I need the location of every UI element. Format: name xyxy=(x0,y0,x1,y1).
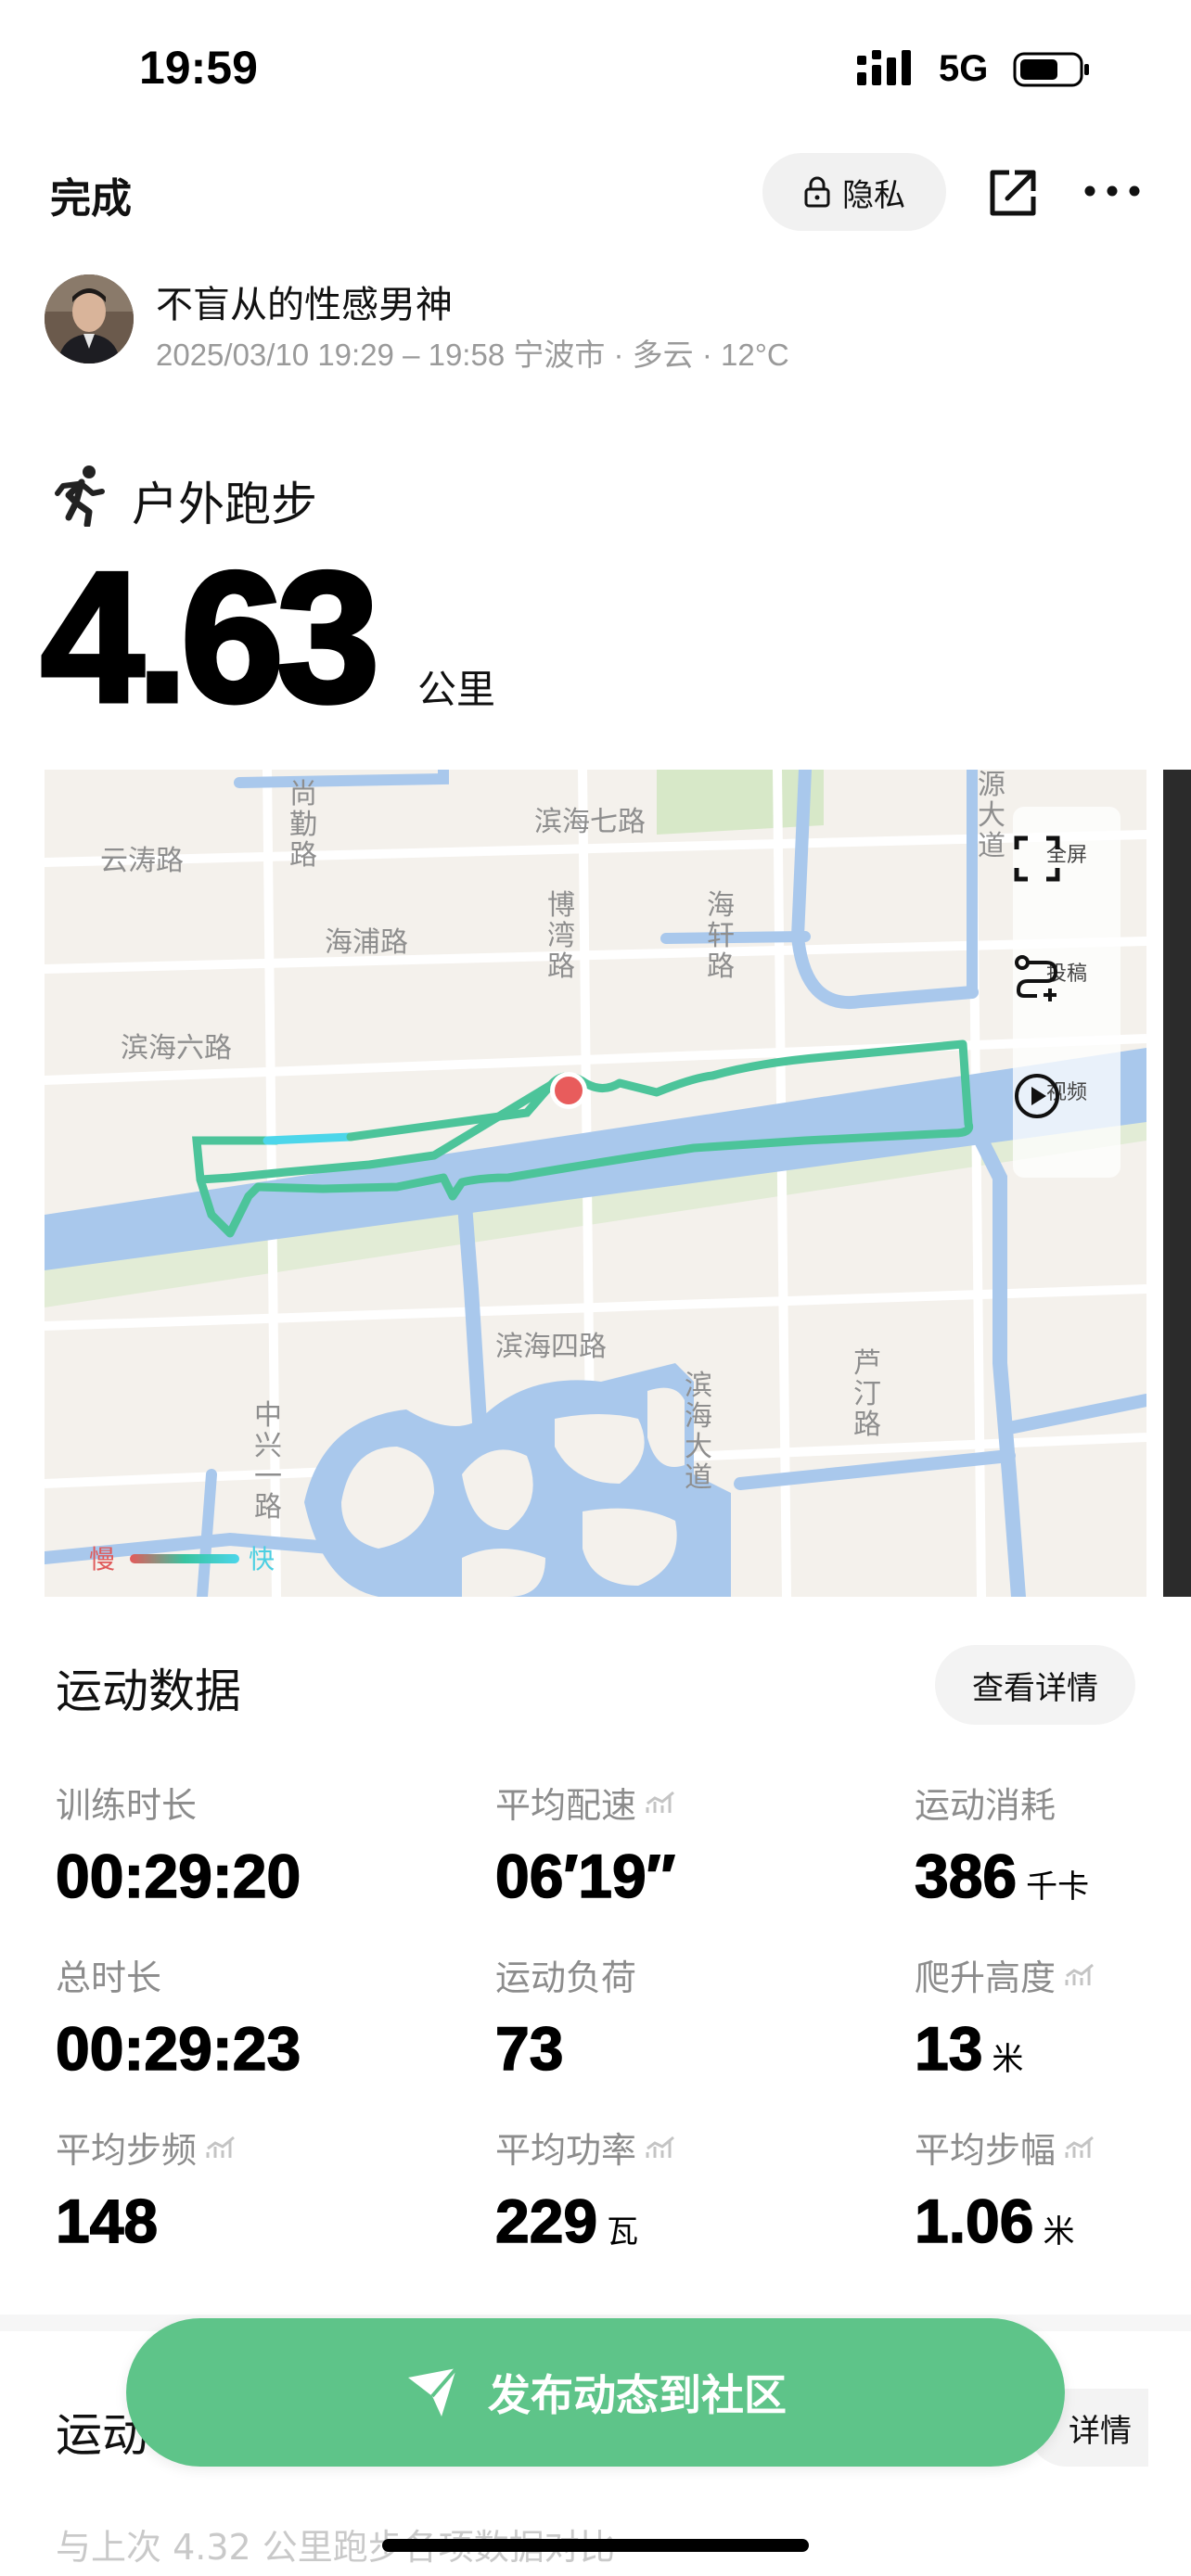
map-label: 滨海六路 xyxy=(121,1032,232,1065)
trend-chart-icon xyxy=(646,1791,674,1813)
stat-label: 平均步频 xyxy=(56,2130,198,2171)
map-label: 尚勤路 xyxy=(289,778,317,872)
stat-elevation-gain[interactable]: 爬升高度 13 米 xyxy=(914,1949,1098,2084)
legend-fast: 快 xyxy=(249,1544,275,1575)
stat-value: 00:29:20 xyxy=(55,1841,301,1911)
map-label: 滨海七路 xyxy=(534,806,646,838)
stat-label: 训练时长 xyxy=(56,1785,198,1826)
stat-unit: 米 xyxy=(992,2041,1024,2078)
signal-icon xyxy=(857,50,911,85)
stats-section-title: 运动数据 xyxy=(56,1664,241,1718)
route-submit-icon xyxy=(1015,955,1058,1001)
stat-label: 平均配速 xyxy=(495,1785,637,1826)
map-label: 滨海大道 xyxy=(685,1370,712,1494)
stat-unit: 千卡 xyxy=(1026,1868,1090,1906)
network-type: 5G xyxy=(939,48,989,89)
stat-label: 平均步幅 xyxy=(915,2130,1057,2171)
trend-chart-icon xyxy=(646,2136,674,2158)
done-button[interactable]: 完成 xyxy=(50,165,132,224)
stat-training-load: 运动负荷 73 xyxy=(494,1949,637,2084)
start-marker xyxy=(555,1077,583,1104)
privacy-label: 隐私 xyxy=(842,176,905,214)
legend-slow: 慢 xyxy=(89,1544,116,1575)
workout-type: 户外跑步 xyxy=(132,478,317,531)
map-canvas xyxy=(45,770,1146,1597)
map-label: 云涛路 xyxy=(100,845,184,877)
route-fast-segment xyxy=(263,1132,355,1145)
submit-button[interactable]: 投稿 xyxy=(1013,953,1121,1001)
stat-value: 13 xyxy=(914,2013,983,2084)
distance-unit: 公里 xyxy=(417,667,496,712)
stat-value: 00:29:23 xyxy=(55,2013,301,2084)
pace-legend-bar xyxy=(130,1554,239,1563)
stat-unit: 米 xyxy=(1043,2213,1075,2251)
distance-value: 4.63 xyxy=(38,534,381,741)
stat-unit: 瓦 xyxy=(607,2213,639,2251)
map-label: 博湾路 xyxy=(547,889,575,983)
publish-to-community-button[interactable]: 发布动态到社区 xyxy=(126,2318,1065,2467)
stat-label: 运动消耗 xyxy=(915,1785,1057,1826)
map-label: 海浦路 xyxy=(325,926,408,959)
status-bar: 19:59 5G xyxy=(0,0,1191,139)
map-controls: 全屏 投稿 视频 xyxy=(1013,807,1121,1178)
stat-training-duration: 训练时长 00:29:20 xyxy=(55,1777,301,1911)
stat-value: 73 xyxy=(494,2013,564,2084)
running-icon xyxy=(55,465,105,527)
stat-label: 平均功率 xyxy=(495,2130,637,2171)
stat-avg-power[interactable]: 平均功率 229 瓦 xyxy=(494,2122,679,2256)
map-label: 滨海四路 xyxy=(495,1331,607,1363)
fullscreen-button[interactable]: 全屏 xyxy=(1013,835,1121,882)
stat-value: 386 xyxy=(914,1841,1018,1911)
status-time: 19:59 xyxy=(139,42,258,94)
map-label: 芦汀路 xyxy=(853,1347,881,1441)
route-map[interactable]: 云涛路 尚勤路 滨海七路 源大道 海浦路 博湾路 海轩路 滨海六路 滨海四路 滨… xyxy=(45,770,1146,1597)
stat-avg-cadence[interactable]: 平均步频 148 xyxy=(55,2122,239,2256)
fullscreen-icon xyxy=(1014,835,1060,882)
lock-icon xyxy=(804,176,830,208)
stat-value: 06′19″ xyxy=(494,1841,676,1911)
privacy-button[interactable]: 隐私 xyxy=(762,153,946,231)
publish-label: 发布动态到社区 xyxy=(488,2370,787,2420)
trend-chart-icon xyxy=(206,2136,235,2158)
stat-avg-pace[interactable]: 平均配速 06′19″ xyxy=(494,1777,679,1911)
workout-meta: 2025/03/10 19:29 – 19:58 宁波市 · 多云 · 12°C xyxy=(156,338,789,372)
stat-avg-stride[interactable]: 平均步幅 1.06 米 xyxy=(914,2122,1098,2256)
stat-calories: 运动消耗 386 千卡 xyxy=(914,1777,1090,1911)
view-details-button[interactable]: 查看详情 xyxy=(935,1645,1135,1725)
stat-value: 229 xyxy=(494,2186,598,2256)
stat-value: 1.06 xyxy=(914,2186,1034,2256)
share-icon[interactable] xyxy=(985,165,1041,221)
map-label: 海轩路 xyxy=(707,889,735,983)
play-icon xyxy=(1015,1074,1059,1118)
video-button[interactable]: 视频 xyxy=(1013,1072,1121,1118)
battery-icon xyxy=(1013,52,1089,87)
user-name[interactable]: 不盲从的性感男神 xyxy=(156,274,453,328)
stat-label: 总时长 xyxy=(56,1958,162,1998)
map-label: 中兴一路 xyxy=(254,1399,282,1524)
send-icon xyxy=(408,2366,458,2417)
avatar[interactable] xyxy=(45,274,134,363)
stat-label: 爬升高度 xyxy=(915,1958,1057,1998)
home-indicator[interactable] xyxy=(382,2539,809,2552)
stat-value: 148 xyxy=(55,2186,159,2256)
stat-label: 运动负荷 xyxy=(495,1958,637,1998)
map-label: 源大道 xyxy=(978,770,1005,862)
more-icon[interactable] xyxy=(1080,163,1145,219)
next-card-peek[interactable] xyxy=(1163,770,1191,1597)
trend-chart-icon xyxy=(1065,2136,1094,2158)
trend-chart-icon xyxy=(1065,1963,1094,1985)
stat-total-duration: 总时长 00:29:23 xyxy=(55,1949,301,2084)
